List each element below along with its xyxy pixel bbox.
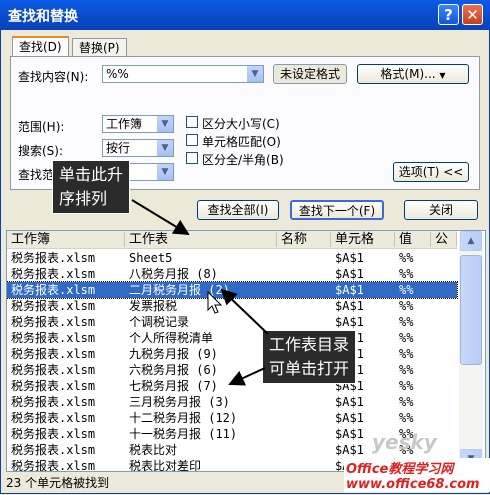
watermark-office: Office教程学习网 www.office68.com [344,458,490,492]
arrow-to-sheet-row [228,367,266,386]
hand-cursor-icon [207,290,223,314]
arrow-to-selected-row [220,288,269,335]
watermark-yesky: yesky [372,430,437,454]
annotation-arrows [131,199,269,386]
arrow-to-sheet-header [131,199,190,236]
